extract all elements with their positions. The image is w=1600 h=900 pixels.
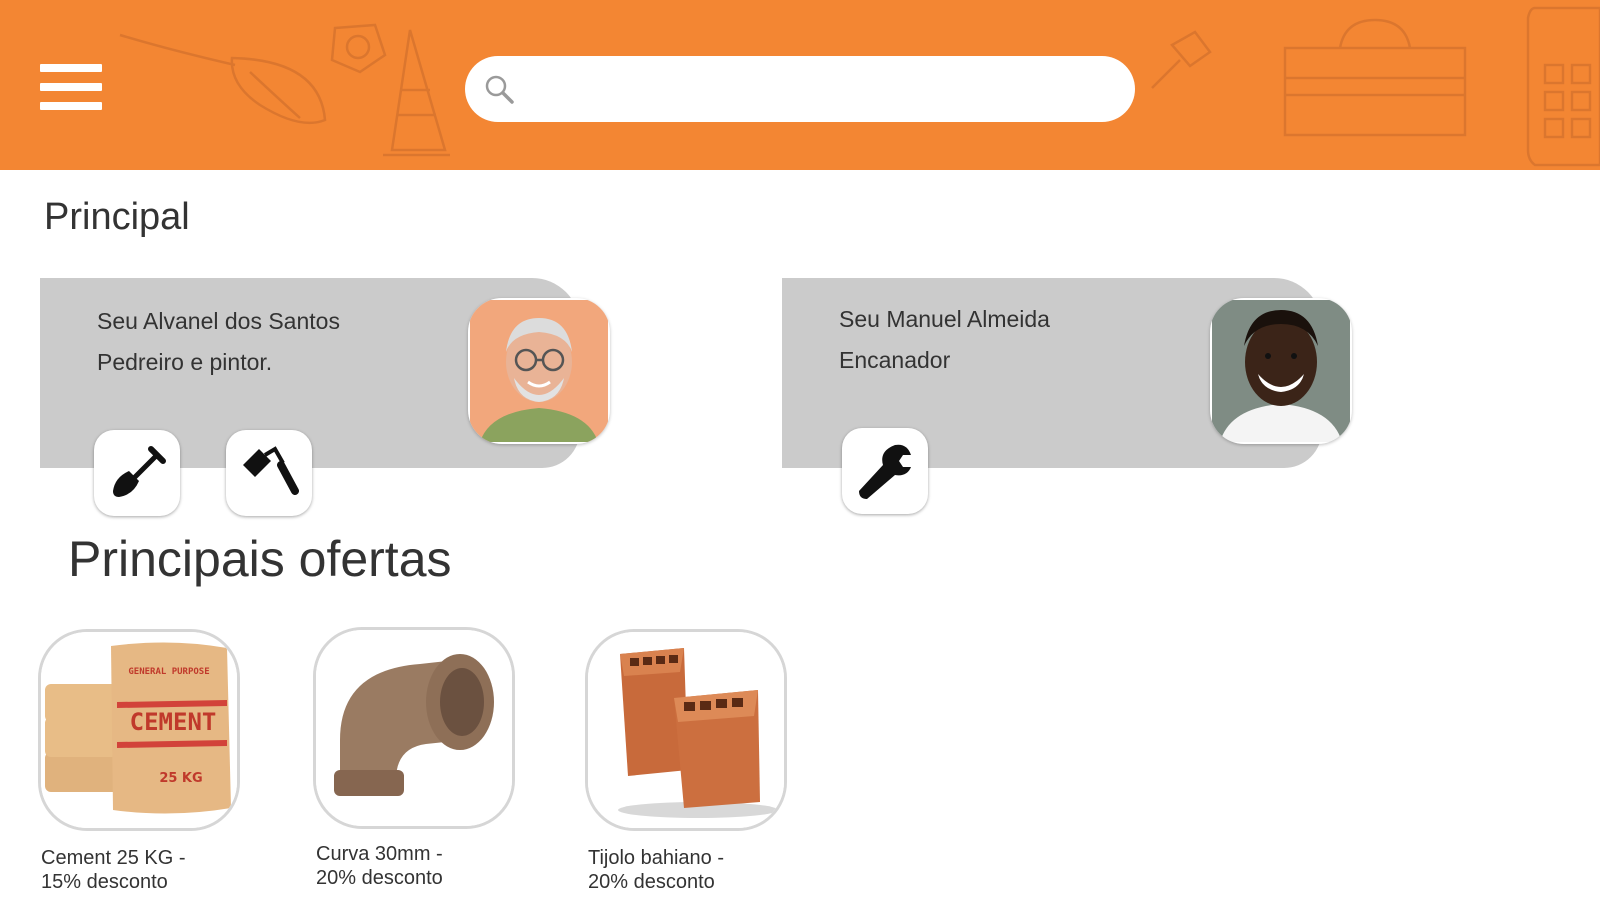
pvc-elbow-image[interactable] [316,630,512,826]
cement-bag-print-brand: CEMENT [130,708,217,736]
offer-discount: 20% desconto [316,867,443,889]
hamburger-menu-icon[interactable] [40,64,102,110]
paint-roller-icon[interactable] [226,430,312,516]
search-icon [485,75,514,104]
offer-caption: Tijolo bahiano - 20% desconto [588,846,788,894]
offer-card[interactable]: Curva 30mm - 20% desconto [316,630,516,890]
avatar-photo-smiling-man [1212,300,1350,442]
professional-name: Seu Manuel Almeida [839,306,1050,332]
professional-role: Pedreiro e pintor. [97,349,273,375]
offer-card[interactable]: GENERAL PURPOSE CEMENT 25 KG Cement 25 K… [41,632,241,894]
offer-title: Curva 30mm - [316,843,443,865]
search-bar[interactable] [465,56,1135,122]
section-title-offers: Principais ofertas [68,531,452,587]
offer-card[interactable]: Tijolo bahiano - 20% desconto [588,632,788,894]
professional-avatar[interactable] [1210,298,1352,444]
offer-discount: 15% desconto [41,871,168,893]
wrench-icon[interactable] [842,428,928,514]
search-input[interactable] [527,66,1111,114]
professional-avatar[interactable] [468,298,610,444]
shovel-icon[interactable] [94,430,180,516]
offer-caption: Cement 25 KG - 15% desconto [41,846,241,894]
offer-discount: 20% desconto [588,871,715,893]
section-title-principal: Principal [44,196,190,238]
professional-role: Encanador [839,347,951,373]
top-header [0,0,1600,170]
avatar-photo-older-man [470,300,608,442]
cement-bag-print-weight: 25 KG [159,771,202,786]
ceramic-bricks-image[interactable] [588,632,784,828]
professional-name: Seu Alvanel dos Santos [97,308,340,334]
cement-bag-print-top: GENERAL PURPOSE [128,667,209,677]
cement-bag-image[interactable]: GENERAL PURPOSE CEMENT 25 KG [41,632,237,828]
offer-caption: Curva 30mm - 20% desconto [316,842,516,890]
offer-title: Cement 25 KG - [41,847,186,869]
offer-title: Tijolo bahiano - [588,847,725,869]
